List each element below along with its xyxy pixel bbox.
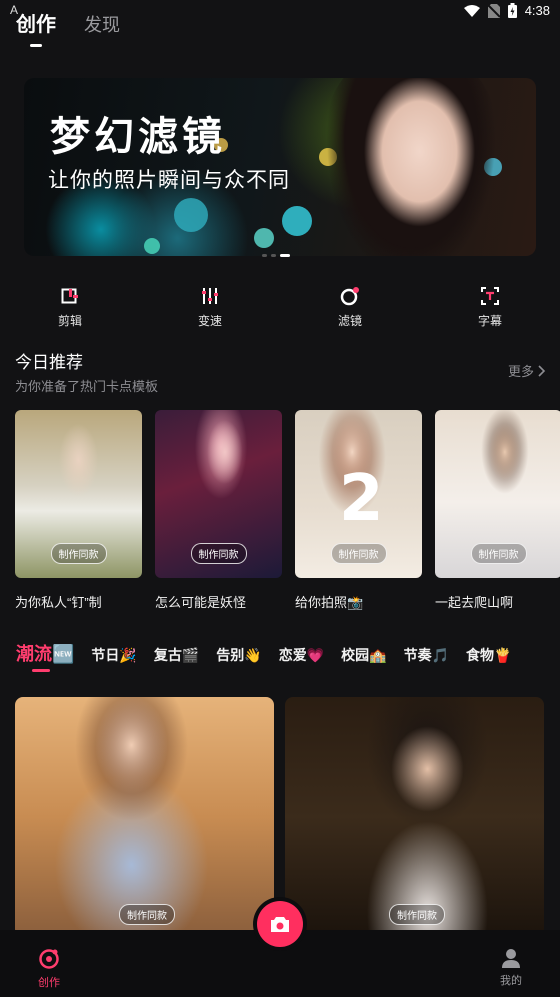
feed-tile[interactable]: 制作同款	[285, 697, 544, 937]
section-title: 今日推荐	[15, 353, 83, 372]
status-time: 4:38	[524, 3, 550, 18]
category-tab-food[interactable]: 食物🍟	[466, 645, 511, 665]
wifi-icon	[463, 4, 480, 17]
make-same-badge[interactable]: 制作同款	[50, 543, 107, 564]
category-tab-campus[interactable]: 校园🏫	[341, 645, 386, 665]
tool-label: 字幕	[477, 314, 502, 328]
chevron-right-icon	[538, 364, 546, 377]
tab-create[interactable]: 创作	[16, 8, 56, 47]
camera-icon	[271, 916, 289, 932]
template-thumbnail: 制作同款	[435, 410, 560, 578]
tool-speed[interactable]: 变速	[140, 286, 280, 329]
banner-subtitle: 让你的照片瞬间与众不同	[48, 169, 290, 192]
tab-discover[interactable]: 发现	[84, 11, 120, 37]
nav-create[interactable]: 创作	[38, 948, 60, 990]
more-link[interactable]: 更多	[508, 361, 546, 380]
tool-label: 滤镜	[337, 314, 362, 328]
template-name: 一起去爬山啊	[435, 595, 514, 610]
feed-tile[interactable]: 制作同款	[15, 697, 274, 937]
template-card[interactable]: 制作同款 一起去爬山啊	[435, 410, 560, 611]
top-tabs: 创作 发现	[16, 8, 120, 47]
subtitle-icon	[480, 286, 500, 306]
category-tab-farewell[interactable]: 告别👋	[216, 645, 261, 665]
pagination-dot	[271, 254, 276, 257]
make-same-badge[interactable]: 制作同款	[119, 904, 175, 925]
template-name: 为你私人“钉”制	[15, 595, 102, 610]
bokeh-decoration	[174, 198, 208, 232]
banner-title: 梦幻滤镜	[50, 114, 226, 160]
no-sim-icon	[487, 3, 500, 18]
nav-mine-label: 我的	[500, 975, 522, 987]
nav-create-label: 创作	[38, 977, 60, 989]
banner-model-photo	[326, 78, 496, 256]
filter-icon	[340, 286, 360, 306]
make-same-badge[interactable]: 制作同款	[330, 543, 387, 564]
banner-pagination	[262, 254, 290, 257]
profile-icon	[502, 949, 520, 968]
template-thumbnail: 制作同款	[155, 410, 282, 578]
nav-mine[interactable]: 我的	[500, 948, 522, 988]
make-same-badge[interactable]: 制作同款	[389, 904, 445, 925]
tool-subtitle[interactable]: 字幕	[420, 286, 560, 329]
template-thumbnail: 制作同款	[15, 410, 142, 578]
camera-button[interactable]	[257, 901, 303, 947]
category-tab-rhythm[interactable]: 节奏🎵	[404, 645, 449, 665]
promo-banner[interactable]: 梦幻滤镜 让你的照片瞬间与众不同	[24, 78, 536, 256]
template-card[interactable]: 制作同款 怎么可能是妖怪	[155, 410, 282, 611]
category-tab-retro[interactable]: 复古🎬	[154, 645, 199, 665]
template-card[interactable]: 制作同款 为你私人“钉”制	[15, 410, 142, 611]
tool-label: 剪辑	[57, 314, 82, 328]
section-subtitle: 为你准备了热门卡点模板	[15, 379, 159, 394]
tool-filter[interactable]: 滤镜	[280, 286, 420, 329]
thumbnail-overlay-number: 2	[339, 462, 384, 536]
make-same-badge[interactable]: 制作同款	[190, 543, 247, 564]
category-tab-trending[interactable]: 潮流🆕	[16, 640, 74, 666]
category-tabs: 潮流🆕 节日🎉 复古🎬 告别👋 恋爱💗 校园🏫 节奏🎵 食物🍟	[16, 640, 528, 666]
template-name: 给你拍照📸	[295, 595, 364, 610]
bokeh-decoration	[282, 206, 312, 236]
category-tab-love[interactable]: 恋爱💗	[279, 645, 324, 665]
more-label: 更多	[507, 364, 534, 379]
speed-icon	[200, 286, 220, 306]
clip-icon	[60, 286, 80, 306]
category-active-indicator	[32, 669, 50, 672]
template-thumbnail: 2 制作同款	[295, 410, 422, 578]
battery-icon	[507, 3, 517, 18]
bokeh-decoration	[144, 238, 160, 254]
tool-clip[interactable]: 剪辑	[0, 286, 140, 329]
template-name: 怎么可能是妖怪	[155, 595, 247, 610]
template-card[interactable]: 2 制作同款 给你拍照📸	[295, 410, 422, 611]
pagination-dot-active	[280, 254, 290, 257]
template-card-list: 制作同款 为你私人“钉”制 制作同款 怎么可能是妖怪 2 制作同款 给你拍照📸 …	[15, 410, 560, 611]
pagination-dot	[262, 254, 267, 257]
tool-row: 剪辑 变速 滤镜 字幕	[0, 286, 560, 329]
create-icon	[39, 949, 59, 969]
category-tab-festival[interactable]: 节日🎉	[91, 645, 136, 665]
make-same-badge[interactable]: 制作同款	[470, 543, 527, 564]
bokeh-decoration	[254, 228, 274, 248]
tool-label: 变速	[197, 314, 222, 328]
